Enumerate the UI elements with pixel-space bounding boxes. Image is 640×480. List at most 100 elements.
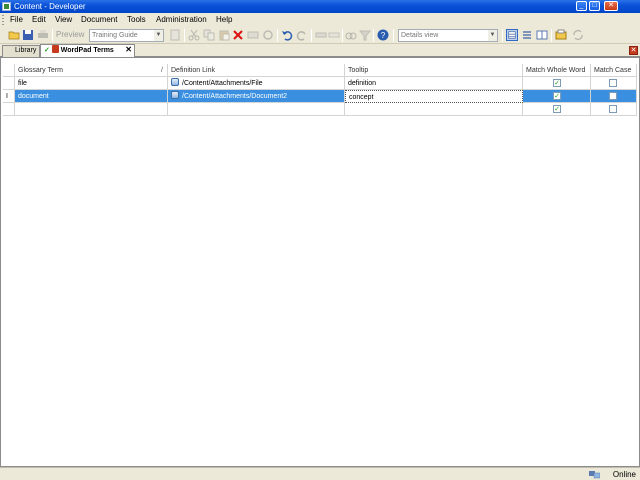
chevron-down-icon[interactable]: ▼ <box>488 30 497 41</box>
document-tabs: Library ✓ WordPad Terms ✕ ✕ <box>0 44 640 57</box>
menu-document[interactable]: Document <box>81 15 117 25</box>
match-case-cell <box>591 103 637 116</box>
refresh-icon[interactable] <box>572 29 584 41</box>
match-whole-word-checkbox[interactable]: ✓ <box>553 105 561 113</box>
title-bar: Content - Developer _ □ ✕ <box>0 0 640 13</box>
definition-link-cell[interactable] <box>168 103 345 116</box>
window-title: Content - Developer <box>14 2 86 11</box>
match-case-checkbox[interactable] <box>609 92 617 100</box>
minimize-button[interactable]: _ <box>576 1 587 11</box>
link-icon[interactable] <box>171 78 179 86</box>
match-whole-word-cell: ✓ <box>523 77 591 90</box>
column-header-glossary-term[interactable]: Glossary Term / <box>15 64 168 77</box>
table-row[interactable]: I document /Content/Attachments/Document… <box>3 90 637 103</box>
save-icon[interactable] <box>22 29 34 41</box>
match-whole-word-checkbox[interactable]: ✓ <box>553 92 561 100</box>
column-header-definition-link[interactable]: Definition Link <box>168 64 345 77</box>
properties-icon[interactable] <box>555 29 567 41</box>
insert-row-icon[interactable] <box>315 29 327 41</box>
preview-button[interactable]: Preview <box>56 30 84 40</box>
toolbar-separator <box>342 29 343 42</box>
close-button[interactable]: ✕ <box>604 1 618 11</box>
close-document-icon[interactable]: ✕ <box>629 46 638 55</box>
menu-file[interactable]: File <box>10 15 23 25</box>
glossary-term-cell[interactable] <box>15 103 168 116</box>
svg-text:?: ? <box>381 31 386 40</box>
glossary-term-cell[interactable]: file <box>15 77 168 90</box>
view-combo[interactable]: Details view ▼ <box>398 29 498 42</box>
toolbar-separator <box>184 29 185 42</box>
undo-icon[interactable] <box>281 29 293 41</box>
toolbar-separator <box>52 29 53 42</box>
document-icon[interactable] <box>169 29 181 41</box>
wordpad-icon <box>51 45 59 53</box>
paste-icon[interactable] <box>218 29 230 41</box>
cut-icon[interactable] <box>188 29 200 41</box>
match-whole-word-checkbox[interactable]: ✓ <box>553 79 561 87</box>
connection-status: Online <box>612 470 636 479</box>
tab-library[interactable]: Library <box>2 45 40 57</box>
help-icon[interactable]: ? <box>377 29 389 41</box>
table-row-new[interactable]: ✓ <box>3 103 637 116</box>
filter-icon[interactable] <box>359 29 371 41</box>
tab-wordpad-terms[interactable]: ✓ WordPad Terms ✕ <box>40 44 135 57</box>
maximize-button[interactable]: □ <box>589 1 600 11</box>
close-tab-icon[interactable]: ✕ <box>125 45 132 55</box>
app-icon <box>2 2 11 11</box>
menu-help[interactable]: Help <box>216 15 232 25</box>
menu-view[interactable]: View <box>55 15 72 25</box>
menu-administration[interactable]: Administration <box>156 15 207 25</box>
toolbar-separator <box>373 29 374 42</box>
toolbar-separator <box>502 29 503 42</box>
tooltip-cell[interactable] <box>345 103 523 116</box>
link-icon[interactable] <box>171 91 179 99</box>
guide-combo[interactable]: Training Guide ▼ <box>89 29 164 42</box>
table-row[interactable]: file /Content/Attachments/File definitio… <box>3 77 637 90</box>
grid-header: Glossary Term / Definition Link Tooltip … <box>3 64 637 77</box>
menu-tools[interactable]: Tools <box>127 15 146 25</box>
column-header-label: Glossary Term <box>18 67 63 74</box>
list-view-icon[interactable] <box>521 29 533 41</box>
toolbar: Preview Training Guide ▼ ? Details view … <box>0 27 640 44</box>
match-case-cell <box>591 77 637 90</box>
link-icon[interactable] <box>262 29 274 41</box>
glossary-term-cell[interactable]: document <box>15 90 168 103</box>
match-whole-word-cell: ✓ <box>523 103 591 116</box>
row-header-corner <box>3 64 15 77</box>
connection-icon <box>589 471 600 479</box>
match-whole-word-cell: ✓ <box>523 90 591 103</box>
match-case-cell <box>591 90 637 103</box>
print-icon[interactable] <box>37 29 49 41</box>
tooltip-cell[interactable]: definition <box>345 77 523 90</box>
menu-grip[interactable] <box>2 15 4 25</box>
check-icon: ✓ <box>44 47 50 54</box>
definition-link-cell[interactable]: /Content/Attachments/File <box>168 77 345 90</box>
delete-icon[interactable] <box>232 29 244 41</box>
definition-link-cell[interactable]: /Content/Attachments/Document2 <box>168 90 345 103</box>
row-header[interactable]: I <box>3 90 15 103</box>
find-icon[interactable] <box>345 29 357 41</box>
open-folder-icon[interactable] <box>8 29 20 41</box>
view-combo-value: Details view <box>401 32 439 39</box>
match-case-checkbox[interactable] <box>609 105 617 113</box>
menu-edit[interactable]: Edit <box>32 15 46 25</box>
chevron-down-icon[interactable]: ▼ <box>154 30 163 41</box>
row-header[interactable] <box>3 103 15 116</box>
column-header-tooltip[interactable]: Tooltip <box>345 64 523 77</box>
definition-link-text: /Content/Attachments/Document2 <box>182 93 288 100</box>
redo-icon[interactable] <box>296 29 308 41</box>
tab-library-label: Library <box>15 47 37 54</box>
tooltip-cell-editor[interactable]: concept <box>345 90 523 103</box>
toolbar-separator <box>393 29 394 42</box>
details-view-icon[interactable] <box>506 29 518 41</box>
copy-icon[interactable] <box>203 29 215 41</box>
toolbar-separator <box>277 29 278 42</box>
column-header-match-case[interactable]: Match Case <box>591 64 637 77</box>
match-case-checkbox[interactable] <box>609 79 617 87</box>
columns-view-icon[interactable] <box>536 29 548 41</box>
rename-icon[interactable] <box>247 29 259 41</box>
row-header[interactable] <box>3 77 15 90</box>
definition-link-text: /Content/Attachments/File <box>182 80 263 87</box>
remove-row-icon[interactable] <box>328 29 340 41</box>
column-header-match-whole-word[interactable]: Match Whole Word <box>523 64 591 77</box>
